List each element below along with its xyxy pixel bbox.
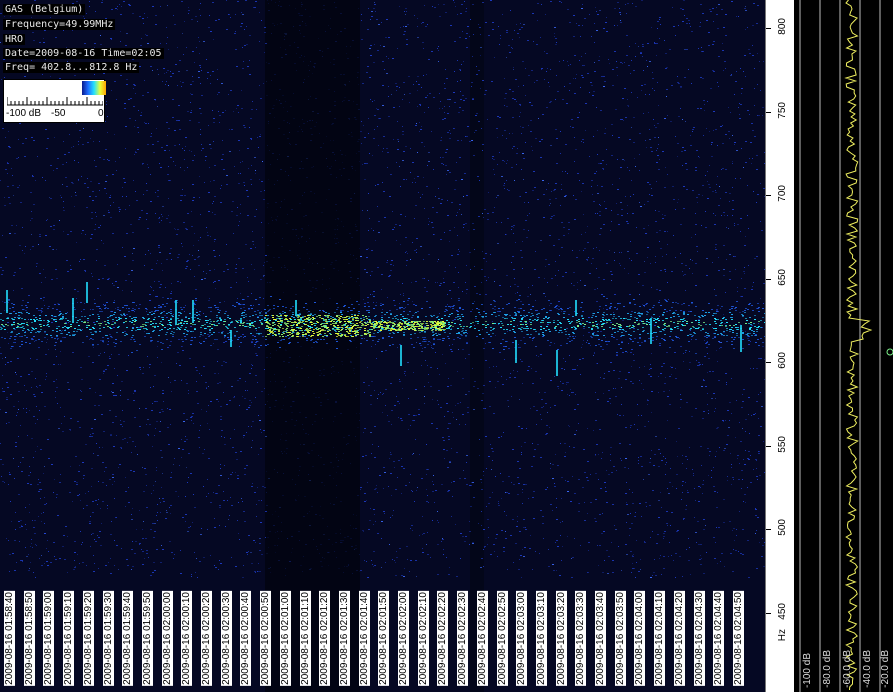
freq-tick-label: 700 [777, 185, 788, 202]
spectrum-marker [887, 349, 893, 355]
spectrum-trace-canvas [794, 0, 893, 692]
time-label: 2009-08-16 02:03:10 [536, 591, 547, 686]
time-label: 2009-08-16 01:59:20 [83, 591, 94, 686]
freq-tick [766, 446, 771, 447]
time-label: 2009-08-16 02:03:20 [556, 591, 567, 686]
time-label: 2009-08-16 02:00:50 [260, 591, 271, 686]
time-label: 2009-08-16 02:02:50 [497, 591, 508, 686]
freq-tick-label: 650 [777, 269, 788, 286]
freq-tick [766, 362, 771, 363]
time-label: 2009-08-16 02:04:50 [733, 591, 744, 686]
spectrum-panel: -100 dB -80.0 dB -60.0 dB -40.0 dB -20.0 dB [794, 0, 893, 692]
time-label: 2009-08-16 02:00:30 [221, 591, 232, 686]
freq-tick [766, 195, 771, 196]
spectrum-trace [846, 0, 871, 690]
time-label: 2009-08-16 02:00:00 [162, 591, 173, 686]
db-label: -80.0 dB [822, 650, 833, 688]
time-label: 2009-08-16 01:58:50 [24, 591, 35, 686]
time-label: 2009-08-16 01:58:40 [4, 591, 15, 686]
db-label: -20.0 dB [880, 650, 891, 688]
time-label: 2009-08-16 01:59:40 [122, 591, 133, 686]
time-label: 2009-08-16 02:03:00 [516, 591, 527, 686]
time-label: 2009-08-16 02:01:30 [339, 591, 350, 686]
time-label: 2009-08-16 01:59:00 [43, 591, 54, 686]
datetime-label: Date=2009-08-16 Time=02:05 [3, 48, 164, 59]
time-label: 2009-08-16 02:04:30 [694, 591, 705, 686]
time-label: 2009-08-16 02:04:20 [674, 591, 685, 686]
freq-tick-label: 550 [777, 436, 788, 453]
intensity-scale-ruler [7, 95, 103, 106]
freq-tick [766, 279, 771, 280]
time-label: 2009-08-16 02:03:40 [595, 591, 606, 686]
frequency-axis: 800 750 700 650 600 550 500 450 Hz [765, 0, 795, 692]
time-label: 2009-08-16 02:00:10 [181, 591, 192, 686]
time-label: 2009-08-16 02:02:20 [437, 591, 448, 686]
time-label: 2009-08-16 02:04:10 [654, 591, 665, 686]
time-label: 2009-08-16 02:03:30 [575, 591, 586, 686]
db-label: -60.0 dB [842, 650, 853, 688]
time-label: 2009-08-16 01:59:50 [142, 591, 153, 686]
time-label: 2009-08-16 02:03:50 [615, 591, 626, 686]
freq-tick [766, 28, 771, 29]
time-axis: 2009-08-16 01:58:40 2009-08-16 01:58:50 20… [0, 578, 765, 692]
time-label: 2009-08-16 02:04:00 [634, 591, 645, 686]
freq-tick-label: 750 [777, 102, 788, 119]
freq-tick [766, 613, 771, 614]
time-label: 2009-08-16 02:01:40 [359, 591, 370, 686]
time-label: 2009-08-16 02:01:50 [378, 591, 389, 686]
spectrogram-waterfall: GAS (Belgium) Frequency=49.99MHz HRO Dat… [0, 0, 765, 692]
intensity-color-bar [82, 81, 106, 95]
mode-label: HRO [3, 34, 25, 45]
scale-label-min: -100 dB [6, 108, 41, 119]
time-label: 2009-08-16 02:01:20 [319, 591, 330, 686]
freq-range-label: Freq= 402.8...812.8 Hz [3, 62, 139, 73]
time-label: 2009-08-16 02:01:10 [300, 591, 311, 686]
time-label: 2009-08-16 02:02:30 [457, 591, 468, 686]
db-label: -40.0 dB [862, 650, 873, 688]
freq-tick [766, 112, 771, 113]
freq-tick-label: 800 [777, 18, 788, 35]
time-label: 2009-08-16 02:02:10 [418, 591, 429, 686]
freq-tick-label: 600 [777, 352, 788, 369]
time-label: 2009-08-16 02:02:00 [398, 591, 409, 686]
time-label: 2009-08-16 02:00:40 [240, 591, 251, 686]
time-label: 2009-08-16 02:00:20 [201, 591, 212, 686]
time-label: 2009-08-16 01:59:10 [63, 591, 74, 686]
time-label: 2009-08-16 02:01:00 [280, 591, 291, 686]
scale-label-mid: -50 [51, 108, 65, 119]
frequency-label: Frequency=49.99MHz [3, 19, 115, 30]
time-label: 2009-08-16 02:02:40 [477, 591, 488, 686]
time-label: 2009-08-16 01:59:30 [103, 591, 114, 686]
time-label: 2009-08-16 02:04:40 [713, 591, 724, 686]
scale-label-max: 0 [98, 108, 104, 119]
freq-unit-label: Hz [777, 629, 788, 641]
station-label: GAS (Belgium) [3, 4, 85, 15]
intensity-scale: -100 dB -50 0 [3, 79, 105, 123]
freq-tick [766, 529, 771, 530]
freq-tick-label: 450 [777, 603, 788, 620]
freq-tick-label: 500 [777, 519, 788, 536]
db-label: -100 dB [802, 653, 813, 688]
